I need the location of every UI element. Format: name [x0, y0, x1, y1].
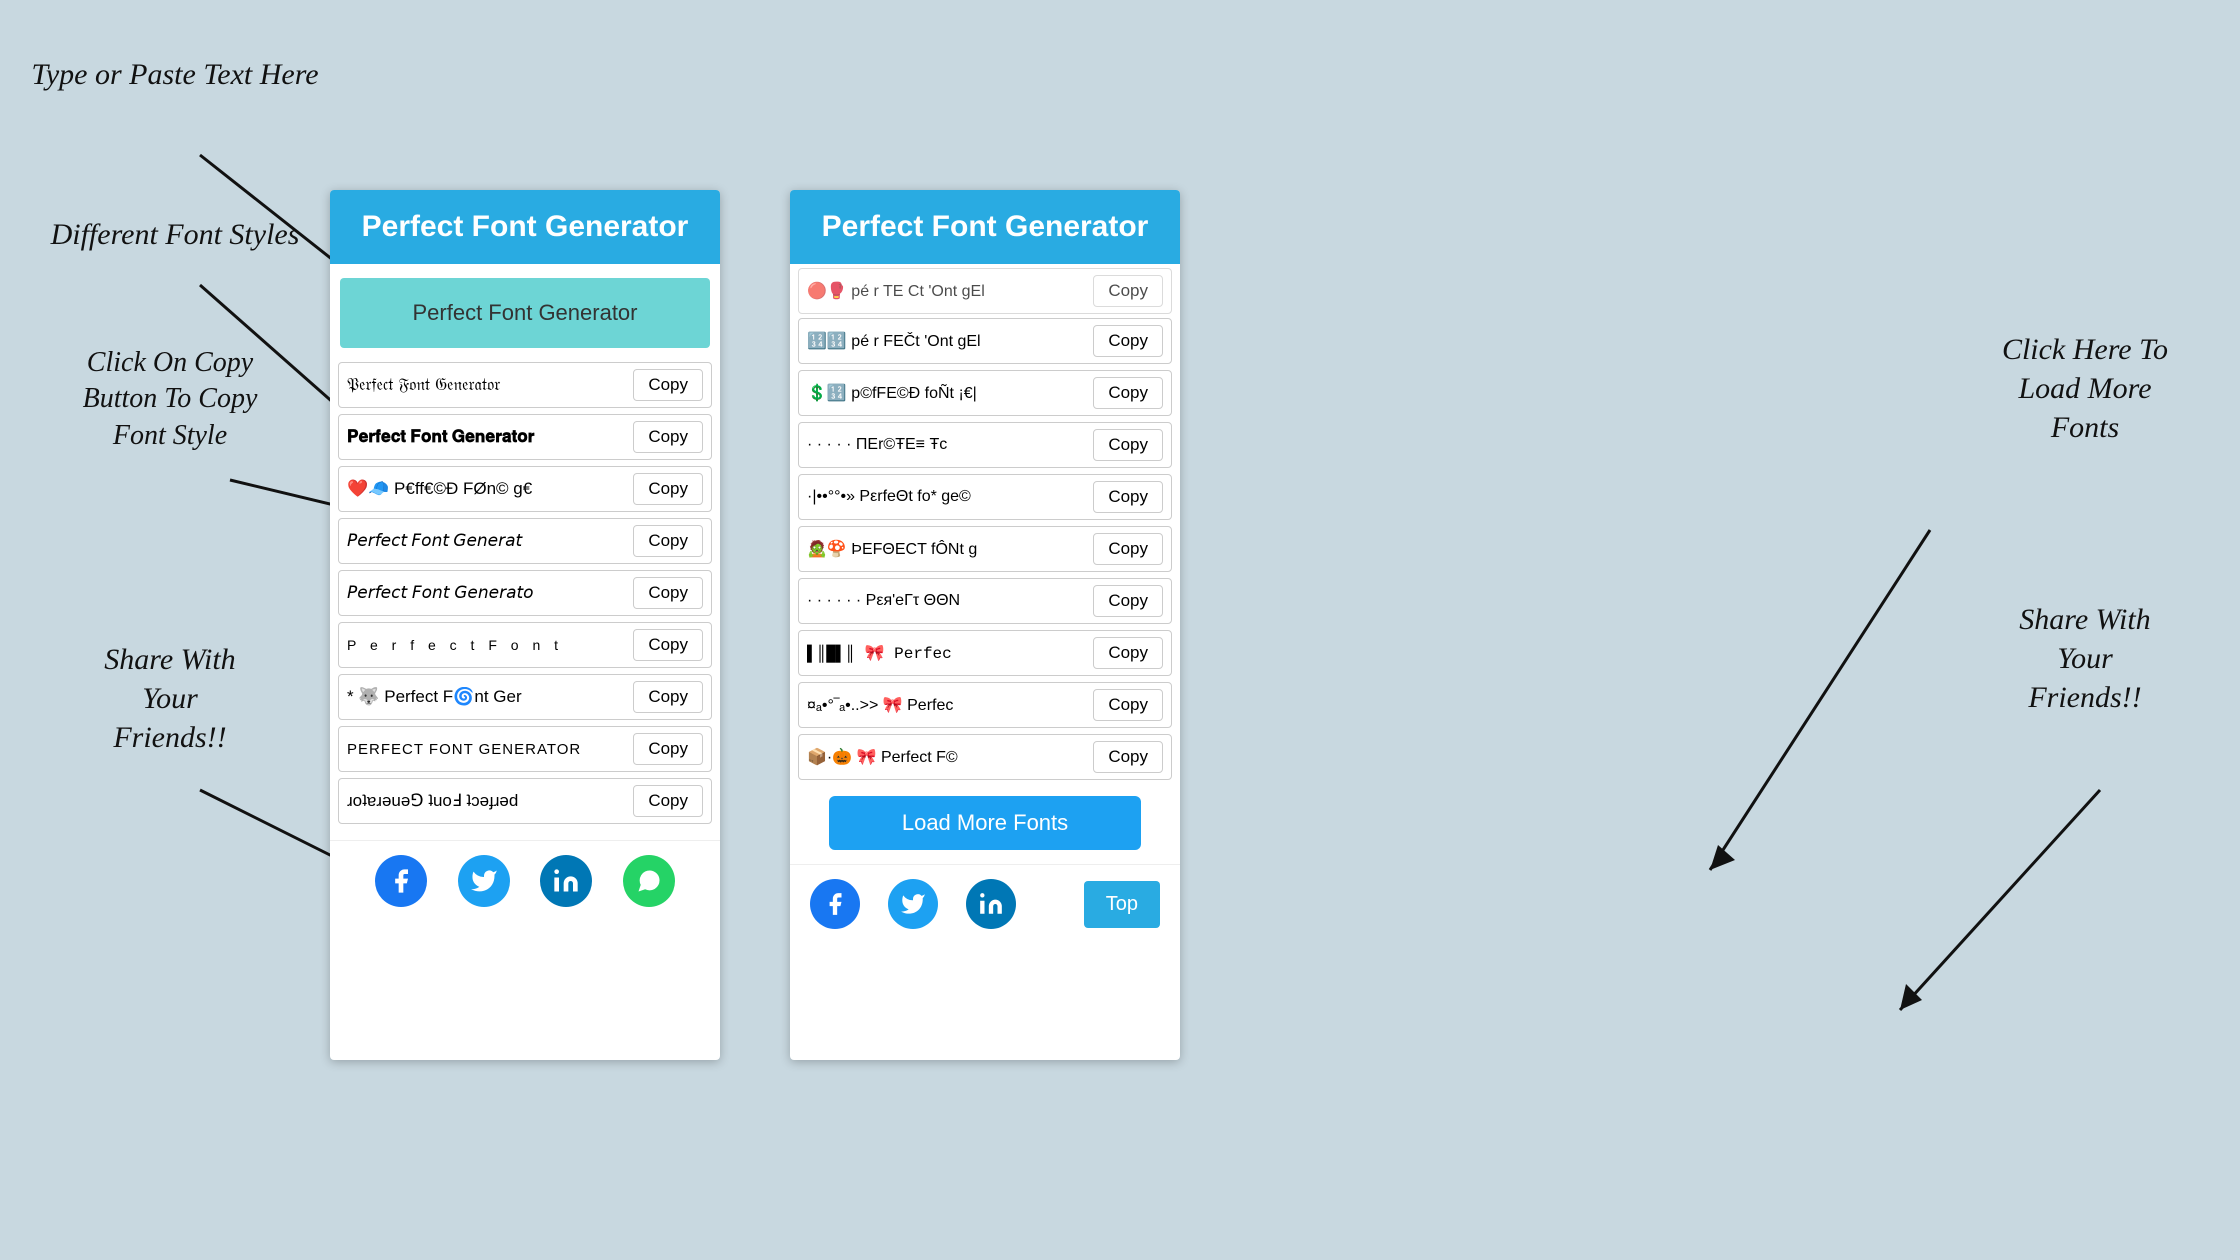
- right-social-bar: Top: [790, 864, 1180, 943]
- font-item: · · · · · · Pεя'eΓτ ΘΘΝ Copy: [798, 578, 1172, 624]
- top-button[interactable]: Top: [1084, 881, 1160, 928]
- annotation-click-copy: Click On CopyButton To CopyFont Style: [25, 345, 315, 454]
- font-text: ·|••°°•» PεrfeΘt fo* ge©: [807, 488, 1087, 506]
- font-text: 𝘗𝘦𝘳𝘧𝘦𝘤𝘵 𝘍𝘰𝘯𝘵 𝘎𝘦𝘯𝘦𝘳𝘢𝘵: [347, 531, 627, 551]
- annotation-diff-fonts: Different Font Styles: [30, 215, 320, 254]
- font-text: ❤️🧢 P€ff€©Ð FØn© g€: [347, 479, 627, 499]
- annotation-share-left: Share WithYourFriends!!: [25, 640, 315, 757]
- copy-button[interactable]: Copy: [633, 733, 703, 765]
- font-item: ɹoʇɐɹǝuǝ⅁ ʇuoℲ ʇɔǝɟɹǝd Copy: [338, 778, 712, 824]
- font-item: 🧟🍄 ÞΕFΘΕCT fÔNt g Copy: [798, 526, 1172, 572]
- copy-button[interactable]: Copy: [1093, 377, 1163, 409]
- font-text: ▌║█▌║ 🎀 Perfec: [807, 643, 1087, 663]
- left-panel-title: Perfect Font Generator: [342, 210, 708, 244]
- copy-button[interactable]: Copy: [1093, 689, 1163, 721]
- font-text: ¤ₐ•°‾ₐ•..>> 🎀 Perfec: [807, 695, 1087, 715]
- font-item: ¤ₐ•°‾ₐ•..>> 🎀 Perfec Copy: [798, 682, 1172, 728]
- copy-button[interactable]: Copy: [633, 525, 703, 557]
- twitter-button[interactable]: [458, 855, 510, 907]
- font-item: 📦·🎃 🎀 Perfect F© Copy: [798, 734, 1172, 780]
- font-text: 🧟🍄 ÞΕFΘΕCT fÔNt g: [807, 539, 1087, 559]
- copy-button[interactable]: Copy: [633, 681, 703, 713]
- font-text: 💲🔢 p©fFE©Ð foÑt ¡€|: [807, 383, 1087, 403]
- copy-button[interactable]: Copy: [1093, 429, 1163, 461]
- facebook-button[interactable]: [810, 879, 860, 929]
- font-item: 💲🔢 p©fFE©Ð foÑt ¡€| Copy: [798, 370, 1172, 416]
- linkedin-button[interactable]: [966, 879, 1016, 929]
- font-item: · · · · · ΠΕr©ŦE≡ Ŧc Copy: [798, 422, 1172, 468]
- left-input-box[interactable]: Perfect Font Generator: [340, 278, 710, 348]
- font-item: 𝔓𝔢𝔯𝔣𝔢𝔠𝔱 𝔉𝔬𝔫𝔱 𝔊𝔢𝔫𝔢𝔯𝔞𝔱𝔬𝔯 Copy: [338, 362, 712, 408]
- copy-button[interactable]: Copy: [1093, 481, 1163, 513]
- font-item: 𝐏𝐞𝐫𝐟𝐞𝐜𝐭 𝐅𝐨𝐧𝐭 𝐆𝐞𝐧𝐞𝐫𝐚𝐭𝐨𝐫 Copy: [338, 414, 712, 460]
- annotation-type-paste: Type or Paste Text Here: [30, 55, 320, 94]
- font-item: ❤️🧢 P€ff€©Ð FØn© g€ Copy: [338, 466, 712, 512]
- copy-button[interactable]: Copy: [1093, 741, 1163, 773]
- font-text: PERFECT FONT GENERATOR: [347, 741, 627, 758]
- font-item: 🔢🔢 pé r FEČt 'Ont gEl Copy: [798, 318, 1172, 364]
- font-text: ɹoʇɐɹǝuǝ⅁ ʇuoℲ ʇɔǝɟɹǝd: [347, 791, 627, 811]
- font-text: · · · · · · Pεя'eΓτ ΘΘΝ: [807, 592, 1087, 610]
- font-text: 📦·🎃 🎀 Perfect F©: [807, 747, 1087, 767]
- copy-button[interactable]: Copy: [633, 785, 703, 817]
- copy-button[interactable]: Copy: [633, 473, 703, 505]
- font-text: P e r f e c t F o n t: [347, 637, 627, 653]
- font-text: 𝔓𝔢𝔯𝔣𝔢𝔠𝔱 𝔉𝔬𝔫𝔱 𝔊𝔢𝔫𝔢𝔯𝔞𝔱𝔬𝔯: [347, 376, 627, 395]
- font-item: PERFECT FONT GENERATOR Copy: [338, 726, 712, 772]
- font-item: P e r f e c t F o n t Copy: [338, 622, 712, 668]
- facebook-button[interactable]: [375, 855, 427, 907]
- copy-button[interactable]: Copy: [633, 369, 703, 401]
- right-panel: Perfect Font Generator 🔴🥊 pé r TE Ct 'On…: [790, 190, 1180, 1060]
- font-item: ▌║█▌║ 🎀 Perfec Copy: [798, 630, 1172, 676]
- left-input-value: Perfect Font Generator: [413, 300, 638, 325]
- copy-button[interactable]: Copy: [1093, 585, 1163, 617]
- left-social-bar: [330, 840, 720, 921]
- left-panel: Perfect Font Generator Perfect Font Gene…: [330, 190, 720, 1060]
- load-more-button[interactable]: Load More Fonts: [829, 796, 1141, 850]
- font-text: 🔢🔢 pé r FEČt 'Ont gEl: [807, 331, 1087, 351]
- right-panel-title: Perfect Font Generator: [802, 210, 1168, 244]
- linkedin-button[interactable]: [540, 855, 592, 907]
- font-item: 𝘗𝘦𝘳𝘧𝘦𝘤𝘵 𝘍𝘰𝘯𝘵 𝘎𝘦𝘯𝘦𝘳𝘢𝘵 Copy: [338, 518, 712, 564]
- whatsapp-button[interactable]: [623, 855, 675, 907]
- copy-button[interactable]: Copy: [1093, 275, 1163, 307]
- font-text: 𝐏𝐞𝐫𝐟𝐞𝐜𝐭 𝐅𝐨𝐧𝐭 𝐆𝐞𝐧𝐞𝐫𝐚𝐭𝐨𝐫: [347, 427, 627, 447]
- left-panel-header: Perfect Font Generator: [330, 190, 720, 264]
- copy-button[interactable]: Copy: [1093, 637, 1163, 669]
- right-panel-header: Perfect Font Generator: [790, 190, 1180, 264]
- copy-button[interactable]: Copy: [1093, 325, 1163, 357]
- annotation-click-load: Click Here ToLoad MoreFonts: [1950, 330, 2220, 447]
- copy-button[interactable]: Copy: [1093, 533, 1163, 565]
- font-text: 𝘗𝘦𝘳𝘧𝘦𝘤𝘵 𝘍𝘰𝘯𝘵 𝘎𝘦𝘯𝘦𝘳𝘢𝘵𝘰: [347, 583, 627, 603]
- font-text: 🔴🥊 pé r TE Ct 'Ont gEl: [807, 281, 1087, 301]
- twitter-button[interactable]: [888, 879, 938, 929]
- font-text: · · · · · ΠΕr©ŦE≡ Ŧc: [807, 436, 1087, 454]
- right-font-list: 🔢🔢 pé r FEČt 'Ont gEl Copy 💲🔢 p©fFE©Ð fo…: [790, 318, 1180, 780]
- copy-button[interactable]: Copy: [633, 577, 703, 609]
- copy-button[interactable]: Copy: [633, 629, 703, 661]
- annotation-share-right: Share WithYourFriends!!: [1950, 600, 2220, 717]
- font-text: * 🐺 Perfect F🌀nt Ger: [347, 687, 627, 707]
- font-item-partial: 🔴🥊 pé r TE Ct 'Ont gEl Copy: [798, 268, 1172, 314]
- left-font-list: 𝔓𝔢𝔯𝔣𝔢𝔠𝔱 𝔉𝔬𝔫𝔱 𝔊𝔢𝔫𝔢𝔯𝔞𝔱𝔬𝔯 Copy 𝐏𝐞𝐫𝐟𝐞𝐜𝐭 𝐅𝐨𝐧𝐭…: [330, 362, 720, 830]
- copy-button[interactable]: Copy: [633, 421, 703, 453]
- font-item: ·|••°°•» PεrfeΘt fo* ge© Copy: [798, 474, 1172, 520]
- font-item: * 🐺 Perfect F🌀nt Ger Copy: [338, 674, 712, 720]
- font-item: 𝘗𝘦𝘳𝘧𝘦𝘤𝘵 𝘍𝘰𝘯𝘵 𝘎𝘦𝘯𝘦𝘳𝘢𝘵𝘰 Copy: [338, 570, 712, 616]
